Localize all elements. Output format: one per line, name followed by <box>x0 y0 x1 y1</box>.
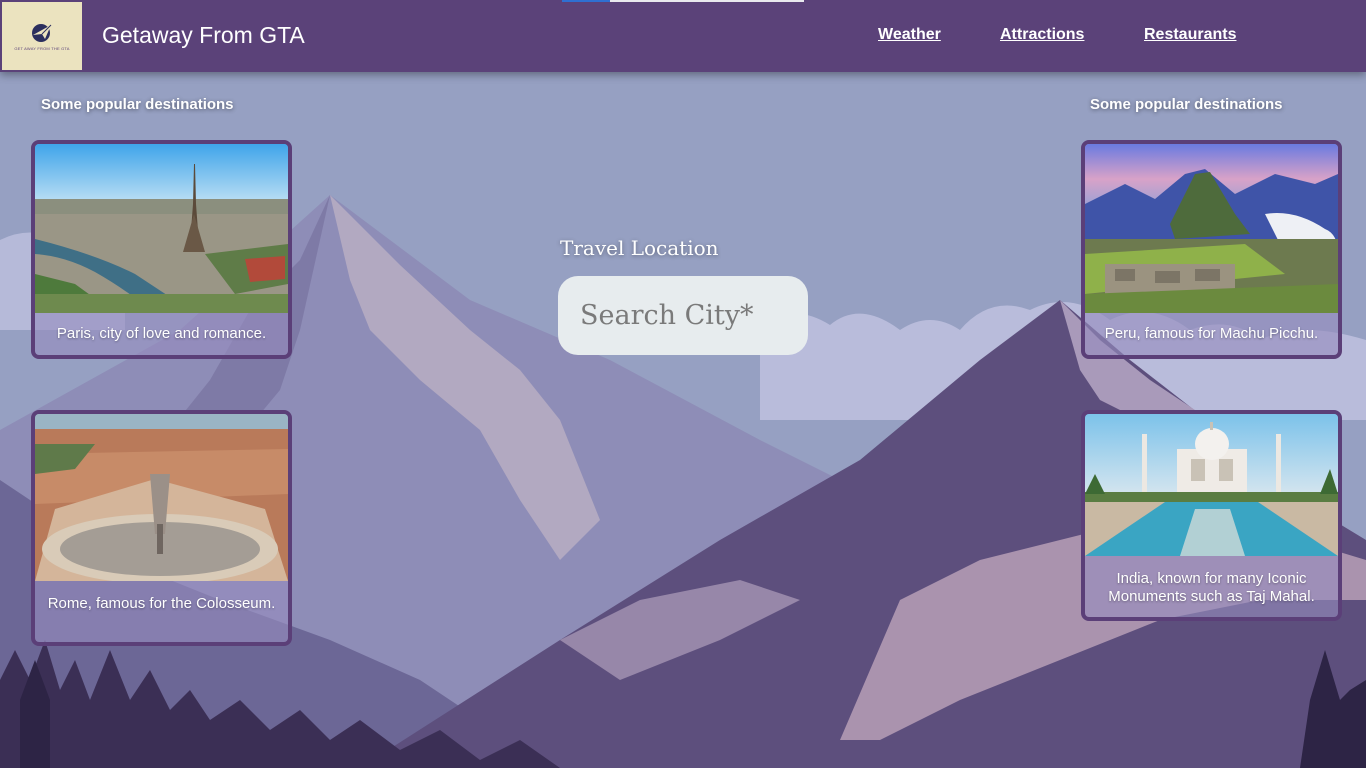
site-title: Getaway From GTA <box>102 22 305 48</box>
site-header: GET AWAY FROM THE GTA Getaway From GTA W… <box>0 0 1366 72</box>
taj-mahal-photo <box>1085 414 1338 556</box>
search-city-input[interactable] <box>558 276 808 355</box>
card-caption: Peru, famous for Machu Picchu. <box>1104 325 1319 342</box>
logo[interactable]: GET AWAY FROM THE GTA <box>2 2 82 70</box>
st-peters-square-photo <box>35 414 288 581</box>
destination-card-india[interactable]: India, known for many Iconic Monuments s… <box>1081 410 1342 621</box>
logo-text: GET AWAY FROM THE GTA <box>14 46 70 51</box>
destination-card-rome[interactable]: Rome, famous for the Colosseum. <box>31 410 292 646</box>
mountain-background <box>0 0 1366 768</box>
airplane-logo-icon <box>32 24 52 42</box>
top-progress-strip <box>562 0 804 2</box>
travel-location-label: Travel Location <box>560 236 719 260</box>
right-column-title: Some popular destinations <box>1090 96 1283 113</box>
nav-attractions-link[interactable]: Attractions <box>1000 26 1084 44</box>
destination-card-peru[interactable]: Peru, famous for Machu Picchu. <box>1081 140 1342 359</box>
card-caption: Rome, famous for the Colosseum. <box>47 595 276 612</box>
card-caption: Paris, city of love and romance. <box>56 325 267 342</box>
nav-weather-link[interactable]: Weather <box>878 26 941 44</box>
eiffel-tower-photo <box>35 144 288 313</box>
nav-restaurants-link[interactable]: Restaurants <box>1144 26 1236 44</box>
destination-card-paris[interactable]: Paris, city of love and romance. <box>31 140 292 359</box>
card-caption: India, known for many Iconic Monuments s… <box>1108 570 1315 605</box>
left-column-title: Some popular destinations <box>41 96 234 113</box>
machu-picchu-photo <box>1085 144 1338 313</box>
